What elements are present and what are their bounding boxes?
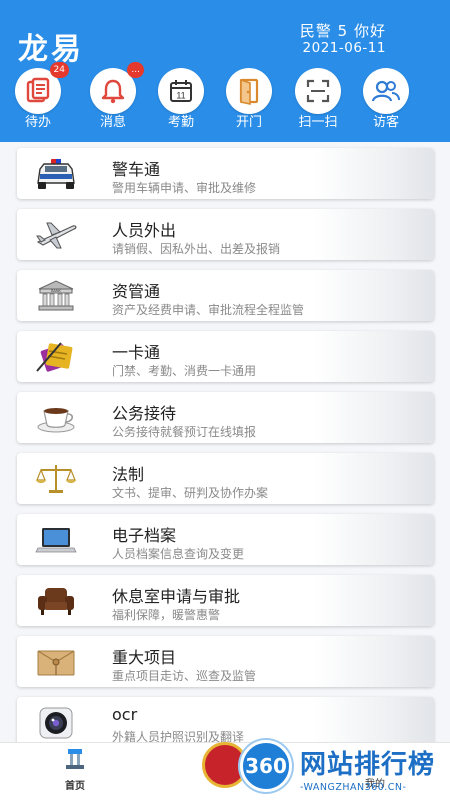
quick-actions: 24 待办 ... 消息 11 考勤 开门 扫一扫 访客 [0,62,450,132]
airplane-icon [35,215,77,255]
module-title: 资管通 [112,282,161,301]
quick-attendance[interactable]: 11 考勤 [151,68,211,132]
app-brand: 龙易 [18,32,84,67]
current-date: 2021-06-11 [302,40,386,56]
module-card-one-card[interactable]: 一卡通 门禁、考勤、消费一卡通用 [17,331,434,382]
home-building-icon [66,749,84,769]
visitors-icon [371,80,400,102]
police-car-icon [35,154,77,194]
module-subtitle: 资产及经费申请、审批流程全程监管 [112,303,305,317]
calendar-day: 11 [176,91,185,101]
todo-count-badge: 24 [49,62,69,78]
quick-open-door[interactable]: 开门 [219,68,279,132]
module-title: 休息室申请与审批 [112,587,241,606]
module-card-asset-management[interactable]: BANK 资管通 资产及经费申请、审批流程全程监管 [17,270,434,321]
quick-scan[interactable]: 扫一扫 [288,68,348,132]
camera-lens-icon [35,703,77,743]
quick-attendance-label: 考勤 [167,115,194,130]
quick-todo[interactable]: 24 待办 [8,62,69,132]
module-subtitle: 警用车辆申请、审批及维修 [112,181,257,195]
module-title: 法制 [112,465,145,484]
module-subtitle: 门禁、考勤、消费一卡通用 [112,364,257,378]
tab-home[interactable]: 首页 [45,747,105,792]
header: 龙易 民警 5 你好 2021-06-11 24 待办 ... 消息 11 考勤… [0,0,450,142]
module-card-lounge[interactable]: 休息室申请与审批 福利保障，暖警惠警 [17,575,434,626]
module-title: 公务接待 [112,404,177,423]
message-badge: ... [127,62,144,78]
scales-icon [35,459,77,499]
watermark: 360 网站排行榜 -WANGZHAN360.CN- [196,738,450,800]
module-subtitle: 福利保障，暖警惠警 [112,608,221,622]
module-title: 人员外出 [112,221,177,240]
module-subtitle: 请销假、因私外出、出差及报销 [112,242,281,256]
quick-open-door-label: 开门 [235,115,262,130]
module-title: 电子档案 [112,526,177,545]
module-title: 一卡通 [112,343,161,362]
module-card-police-car[interactable]: 警车通 警用车辆申请、审批及维修 [17,148,434,199]
module-card-e-archive[interactable]: 电子档案 人员档案信息查询及变更 [17,514,434,565]
cards-icon [35,337,77,377]
bell-icon [101,79,125,104]
quick-messages[interactable]: ... 消息 [83,62,144,132]
watermark-title: 网站排行榜 [300,750,436,780]
module-card-legal[interactable]: 法制 文书、提审、研判及协作办案 [17,453,434,504]
laptop-icon [35,520,77,560]
module-title: 警车通 [112,160,161,179]
tab-home-label: 首页 [65,781,85,792]
quick-messages-label: 消息 [99,115,126,130]
module-subtitle: 重点项目走访、巡查及监管 [112,669,257,683]
bank-label: BANK [51,289,61,293]
armchair-icon [35,581,77,621]
module-card-major-projects[interactable]: 重大项目 重点项目走访、巡查及监管 [17,636,434,687]
module-card-going-out[interactable]: 人员外出 请销假、因私外出、出差及报销 [17,209,434,260]
todo-icon [26,77,50,103]
watermark-url: -WANGZHAN360.CN- [300,782,407,793]
module-subtitle: 文书、提审、研判及协作办案 [112,486,269,500]
quick-scan-label: 扫一扫 [298,115,338,130]
envelope-icon [35,642,77,682]
quick-todo-label: 待办 [24,115,51,130]
quick-visitors-label: 访客 [372,115,399,130]
quick-visitors[interactable]: 访客 [356,68,416,132]
module-card-reception[interactable]: 公务接待 公务接待就餐预订在线填报 [17,392,434,443]
logo-360: 360 [240,740,292,792]
module-subtitle: 公务接待就餐预订在线填报 [112,425,257,439]
module-title: 重大项目 [112,648,177,667]
door-icon [239,78,259,105]
calendar-icon: 11 [170,80,192,102]
bank-icon: BANK [35,276,77,316]
coffee-cup-icon [35,398,77,438]
user-greeting: 民警 5 你好 [299,22,386,40]
scan-icon [306,79,330,103]
module-title: ocr [112,705,138,724]
module-subtitle: 人员档案信息查询及变更 [112,547,245,561]
